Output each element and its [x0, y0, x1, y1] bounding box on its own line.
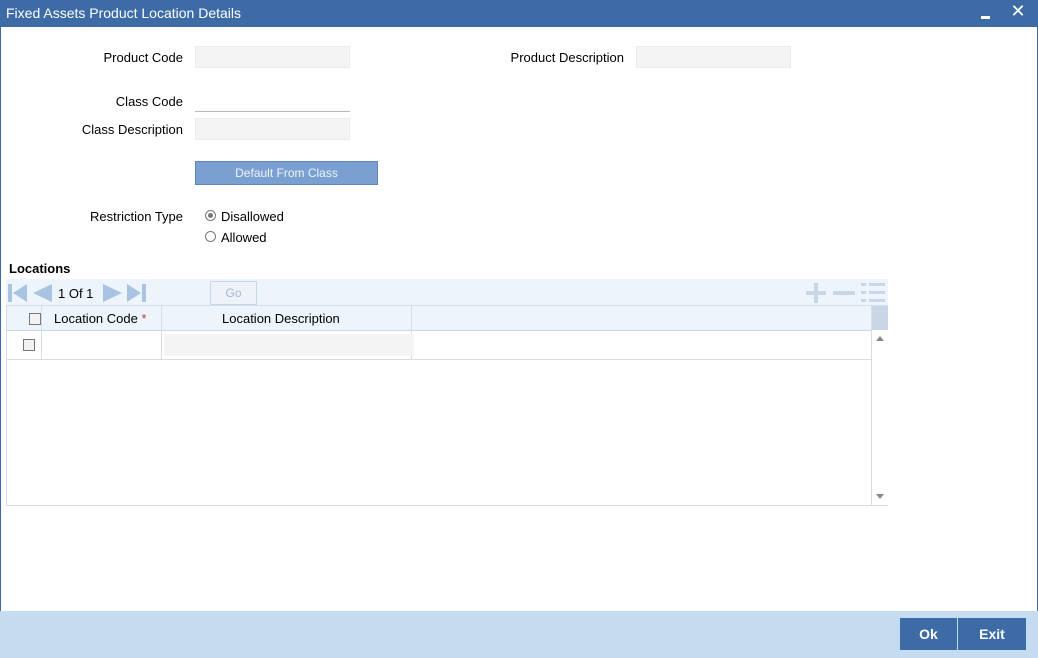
locations-grid: Location Code * Location Description	[6, 305, 888, 506]
location-code-input[interactable]	[44, 334, 161, 356]
ok-button[interactable]: Ok	[900, 618, 957, 650]
window-title: Fixed Assets Product Location Details	[6, 5, 242, 21]
scroll-up-icon[interactable]	[876, 336, 884, 341]
default-from-class-button[interactable]: Default From Class	[195, 161, 378, 185]
exit-button[interactable]: Exit	[958, 618, 1026, 650]
restriction-type-label: Restriction Type	[90, 209, 183, 224]
allowed-label: Allowed	[221, 230, 267, 245]
class-code-field[interactable]	[195, 90, 350, 112]
column-header-location-code[interactable]: Location Code *	[54, 311, 147, 326]
row-checkbox[interactable]	[23, 339, 35, 351]
product-code-label: Product Code	[103, 50, 184, 65]
single-view-icon[interactable]	[860, 281, 886, 305]
disallowed-label: Disallowed	[221, 209, 284, 224]
footer-bar: Ok Exit	[0, 611, 1038, 658]
page-number-input[interactable]	[163, 283, 210, 306]
class-description-field[interactable]	[195, 118, 350, 140]
grid-header: Location Code * Location Description	[7, 306, 871, 331]
first-page-icon[interactable]	[8, 284, 27, 302]
product-description-field[interactable]	[636, 46, 791, 68]
column-header-location-description[interactable]: Location Description	[222, 311, 340, 326]
close-icon[interactable]: ✕	[1010, 1, 1026, 21]
minimize-icon[interactable]	[980, 8, 991, 19]
last-page-icon[interactable]	[127, 284, 146, 302]
class-code-label: Class Code	[115, 94, 183, 109]
locations-section-title: Locations	[9, 261, 71, 276]
vertical-scrollbar[interactable]	[871, 306, 888, 505]
required-marker: *	[141, 311, 147, 326]
scrollbar-header-block	[872, 306, 888, 330]
scroll-down-icon[interactable]	[876, 494, 884, 499]
product-code-field[interactable]	[195, 46, 350, 68]
table-row[interactable]	[7, 330, 871, 360]
pagination-text: 1 Of 1	[58, 286, 94, 301]
disallowed-radio[interactable]	[205, 210, 216, 221]
location-code-header-label: Location Code	[54, 311, 138, 326]
title-bar: Fixed Assets Product Location Details ✕	[0, 0, 1038, 27]
product-description-label: Product Description	[510, 50, 624, 65]
add-row-icon[interactable]	[804, 283, 828, 303]
previous-page-icon[interactable]	[33, 284, 52, 302]
delete-row-icon[interactable]	[831, 283, 857, 303]
allowed-radio[interactable]	[205, 231, 216, 242]
location-description-input[interactable]	[164, 334, 414, 356]
class-description-label: Class Description	[81, 122, 183, 137]
select-all-checkbox[interactable]	[29, 313, 41, 325]
next-page-icon[interactable]	[103, 284, 122, 302]
go-button[interactable]: Go	[210, 281, 257, 305]
